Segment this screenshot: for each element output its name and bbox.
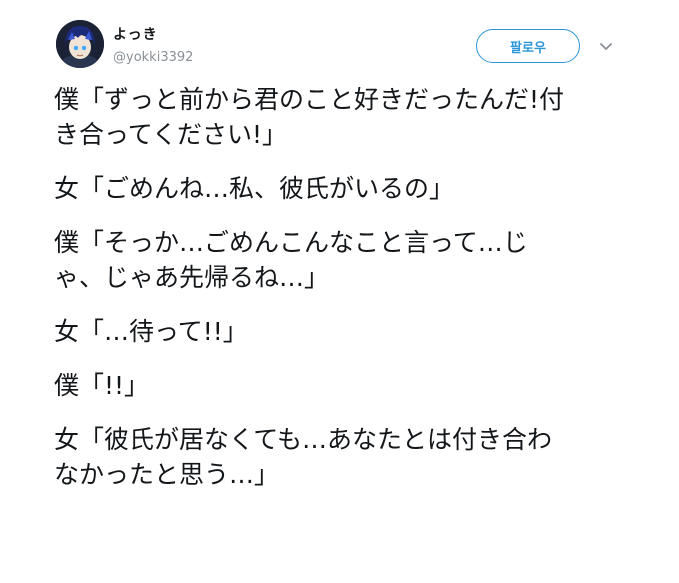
follow-button[interactable]: 팔로우 <box>476 29 580 63</box>
tweet-card: よっき @yokki3392 팔로우 僕「ずっと前から君のこと好きだったんだ!付… <box>0 0 679 583</box>
tweet-paragraph: 女「…待って!!」 <box>54 314 654 349</box>
tweet-line: 僕「!!」 <box>54 371 150 400</box>
tweet-line: 僕「ずっと前から君のこと好きだったんだ!付 <box>54 85 565 114</box>
tweet-paragraph: 女「彼氏が居なくても…あなたとは付き合わ なかったと思う…」 <box>54 422 654 492</box>
tweet-paragraph: 僕「ずっと前から君のこと好きだったんだ!付 き合ってください!」 <box>54 82 654 152</box>
tweet-paragraph: 僕「そっか…ごめんこんなこと言って…じ ゃ、じゃあ先帰るね…」 <box>54 225 654 295</box>
tweet-line: ゃ、じゃあ先帰るね…」 <box>54 263 330 292</box>
tweet-line: 女「…待って!!」 <box>54 317 248 346</box>
tweet-line: 女「ごめんね…私、彼氏がいるの」 <box>54 174 455 203</box>
tweet-line: 僕「そっか…ごめんこんなこと言って…じ <box>54 228 528 257</box>
tweet-line: 女「彼氏が居なくても…あなたとは付き合わ <box>54 425 553 454</box>
avatar-illustration <box>56 20 104 68</box>
display-name[interactable]: よっき <box>113 24 158 44</box>
chevron-down-icon[interactable] <box>597 37 615 55</box>
tweet-paragraph: 女「ごめんね…私、彼氏がいるの」 <box>54 171 654 206</box>
tweet-line: なかったと思う…」 <box>54 460 280 489</box>
tweet-paragraph: 僕「!!」 <box>54 368 654 403</box>
tweet-text: 僕「ずっと前から君のこと好きだったんだ!付 き合ってください!」女「ごめんね…私、… <box>54 82 654 511</box>
tweet-line: き合ってください!」 <box>54 120 288 149</box>
user-handle[interactable]: @yokki3392 <box>113 50 193 65</box>
user-avatar[interactable] <box>56 20 104 68</box>
